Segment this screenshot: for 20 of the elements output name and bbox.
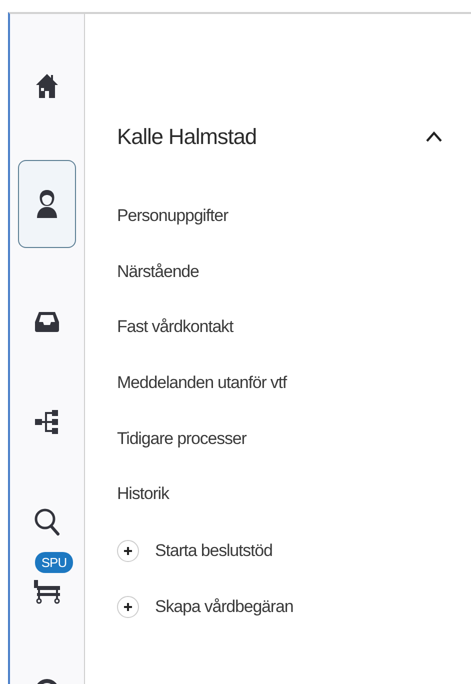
bed-icon bbox=[33, 579, 61, 605]
plus-icon bbox=[117, 540, 139, 562]
network-icon bbox=[34, 409, 60, 435]
search-icon bbox=[34, 508, 60, 536]
home-icon bbox=[35, 73, 59, 99]
menu-link[interactable]: Tidigare processer bbox=[117, 428, 246, 449]
menu-link[interactable]: Fast vårdkontakt bbox=[117, 317, 234, 338]
menu-link[interactable]: Historik bbox=[117, 484, 169, 504]
person-icon bbox=[35, 189, 59, 219]
inbox-icon bbox=[34, 311, 60, 333]
sidebar-button[interactable] bbox=[18, 160, 76, 248]
plus-icon bbox=[117, 596, 139, 618]
action-link[interactable]: Starta beslutstöd bbox=[117, 540, 272, 562]
action-link[interactable]: Skapa vårdbegäran bbox=[117, 596, 294, 618]
badge: SPU bbox=[35, 552, 73, 573]
chevron-icon bbox=[425, 131, 443, 143]
menu-link[interactable]: Närstående bbox=[117, 262, 199, 282]
menu-link[interactable]: Personuppgifter bbox=[117, 206, 228, 226]
patient-name: Kalle Halmstad bbox=[117, 124, 257, 150]
menu-link[interactable]: Meddelanden utanför vtf bbox=[117, 373, 287, 394]
